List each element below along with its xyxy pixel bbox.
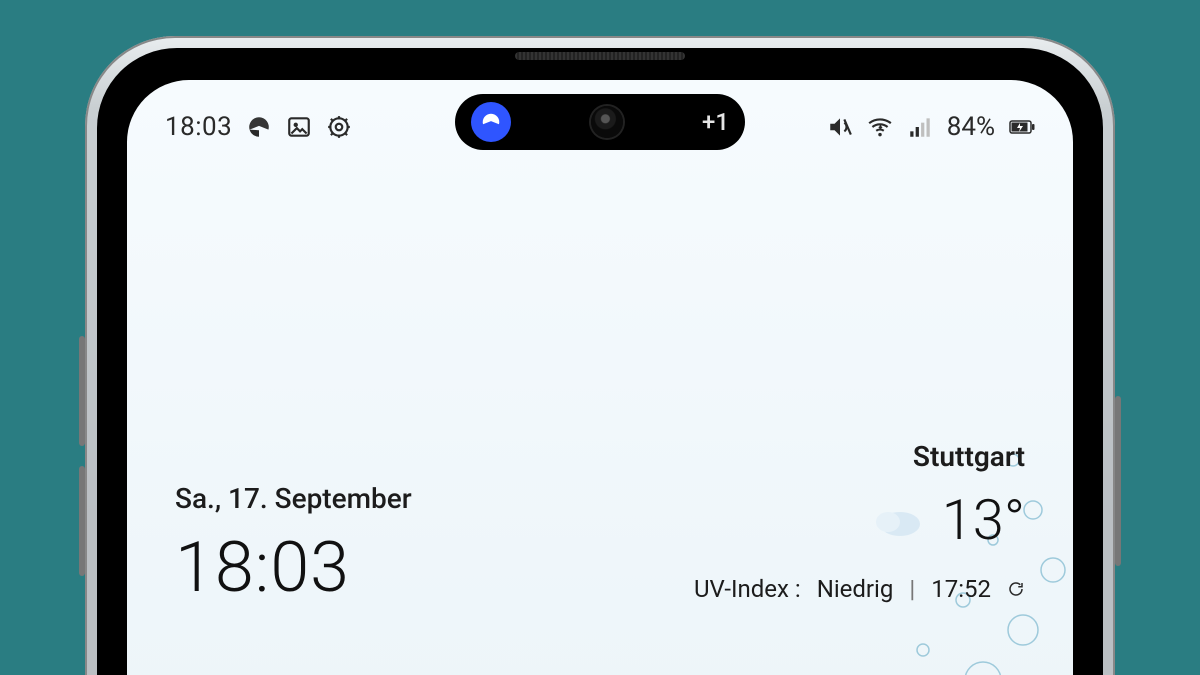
weather-updated-time: 17:52	[931, 575, 991, 603]
island-app-badge	[471, 102, 511, 142]
screen: 18:03	[127, 80, 1073, 675]
volume-up-button[interactable]	[79, 336, 85, 446]
island-count: +1	[702, 108, 729, 136]
statusbar-clock: 18:03	[165, 112, 232, 142]
power-button[interactable]	[1115, 396, 1121, 566]
clock-widget[interactable]: Sa., 17. September 18:03	[175, 482, 412, 603]
weather-widget[interactable]: Stuttgart 13° UV-Index : Niedrig | 17:52	[694, 440, 1025, 603]
earpiece-speaker	[515, 52, 685, 60]
battery-percentage: 84%	[947, 112, 995, 142]
vibrate-mode-icon	[827, 114, 853, 140]
weather-city: Stuttgart	[694, 440, 1025, 473]
battery-charging-icon	[1009, 114, 1035, 140]
wifi-icon	[867, 114, 893, 140]
cloud-icon	[870, 502, 924, 538]
app-notification-icon	[246, 114, 272, 140]
volume-down-button[interactable]	[79, 466, 85, 576]
phone-bezel: 18:03	[97, 48, 1103, 675]
home-screen: Sa., 17. September 18:03 Stuttgart 13°	[127, 440, 1073, 603]
settings-notification-icon	[326, 114, 352, 140]
gallery-notification-icon	[286, 114, 312, 140]
divider: |	[909, 575, 915, 603]
status-bar-right: 84%	[827, 112, 1035, 142]
weather-temperature: 13°	[942, 487, 1025, 553]
clock-time: 18:03	[175, 533, 412, 603]
refresh-icon[interactable]	[1007, 580, 1025, 598]
front-camera	[591, 106, 623, 138]
dynamic-island[interactable]: +1	[455, 94, 745, 150]
uv-index-label: UV-Index :	[694, 575, 801, 603]
status-bar-left: 18:03	[165, 112, 352, 142]
phone-frame: 18:03	[85, 36, 1115, 675]
cellular-signal-icon	[907, 114, 933, 140]
uv-index-value: Niedrig	[817, 575, 894, 603]
clock-date: Sa., 17. September	[175, 482, 412, 515]
